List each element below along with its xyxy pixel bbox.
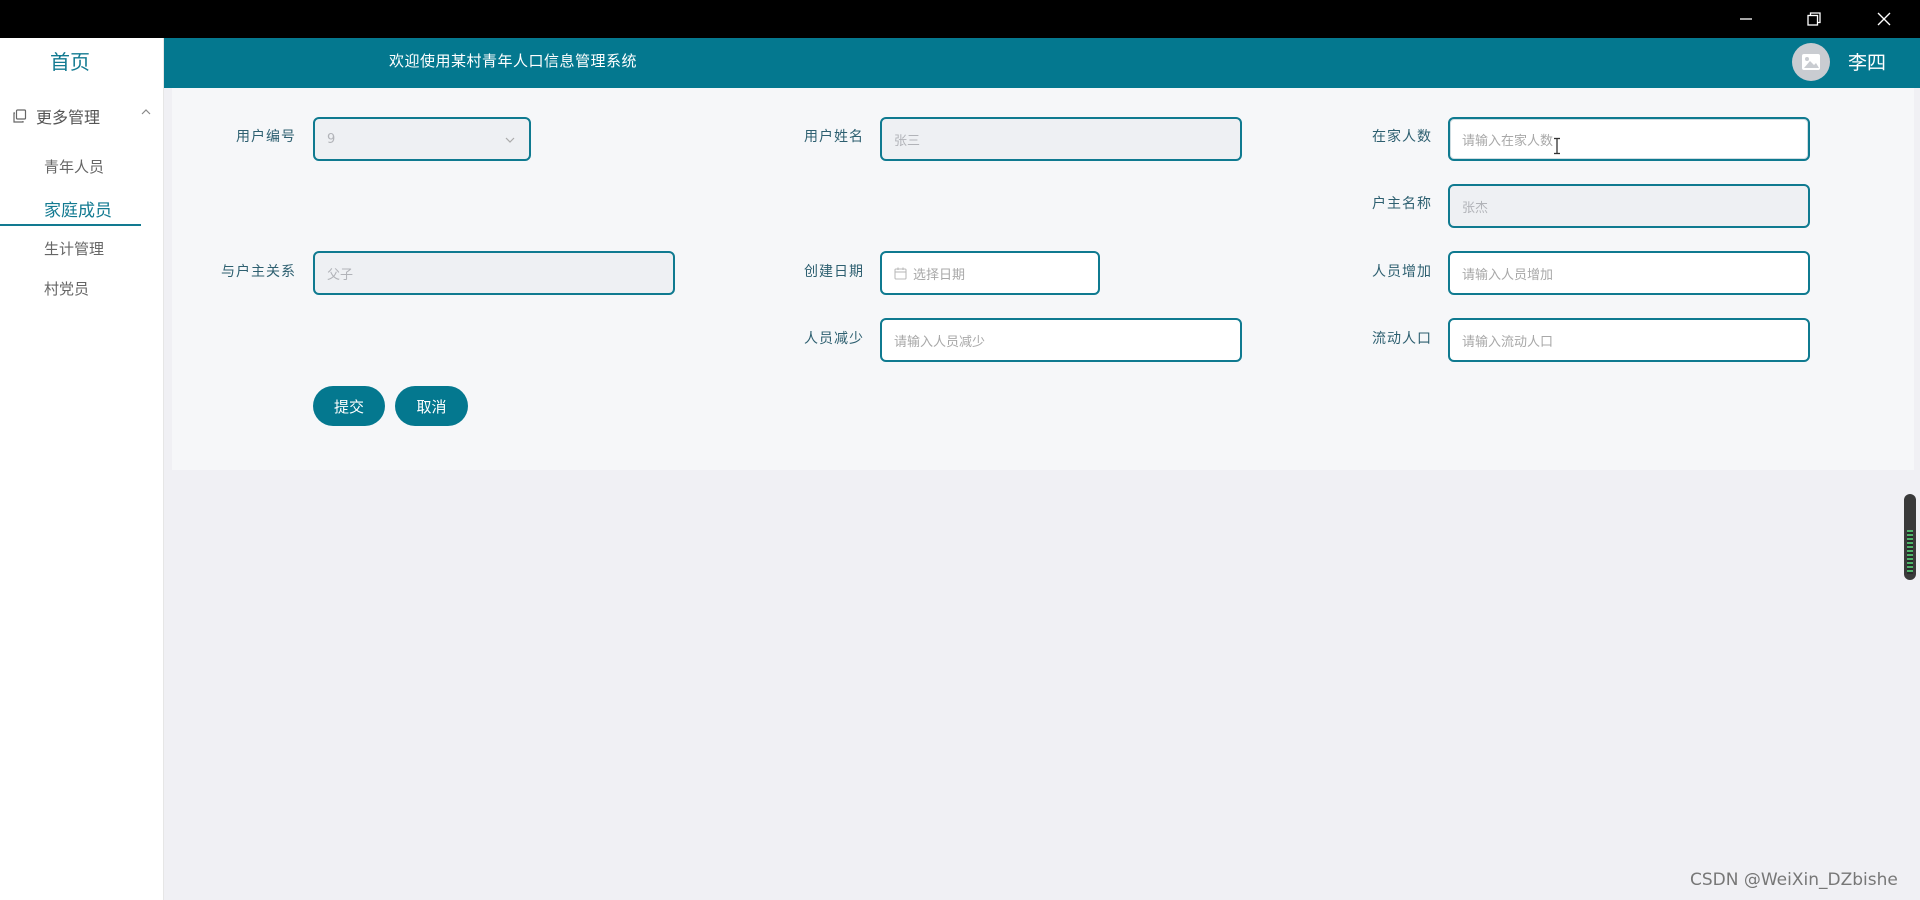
active-item-underline <box>0 224 141 226</box>
sidebar-item-family-members[interactable]: 家庭成员 <box>44 196 112 221</box>
label-floating-pop: 流动人口 <box>1372 331 1432 347</box>
member-reduce-field[interactable]: 请输入人员减少 <box>880 318 1242 362</box>
header-title: 欢迎使用某村青年人口信息管理系统 <box>389 52 638 70</box>
chevron-down-icon <box>505 137 515 143</box>
label-user-name: 用户姓名 <box>804 129 864 145</box>
restore-icon[interactable] <box>1780 0 1848 38</box>
copy-icon <box>13 109 27 123</box>
sidebar: 首页 更多管理 青年人员 家庭成员 生计管理 村党员 <box>0 38 164 900</box>
window-titlebar <box>0 0 1920 38</box>
scrollbar-grip <box>1907 530 1913 574</box>
floating-pop-placeholder: 请输入流动人口 <box>1462 334 1554 350</box>
user-name-field[interactable]: 张三 <box>880 117 1242 161</box>
label-member-reduce: 人员减少 <box>804 331 864 347</box>
sidebar-group-label: 更多管理 <box>36 108 101 127</box>
cancel-button[interactable]: 取消 <box>395 386 468 426</box>
image-icon <box>1802 54 1820 70</box>
submit-button[interactable]: 提交 <box>313 386 385 426</box>
sidebar-item-party-members[interactable]: 村党员 <box>44 278 89 299</box>
close-icon[interactable] <box>1850 0 1918 38</box>
label-family-count: 在家人数 <box>1372 129 1432 145</box>
label-householder-name: 户主名称 <box>1372 196 1432 212</box>
label-user-no: 用户编号 <box>236 129 296 145</box>
watermark: CSDN @WeiXin_DZbishe <box>1690 870 1898 890</box>
scrollbar-thumb[interactable] <box>1904 494 1916 580</box>
floating-pop-field[interactable]: 请输入流动人口 <box>1448 318 1810 362</box>
top-header: 欢迎使用某村青年人口信息管理系统 李四 <box>164 38 1920 88</box>
sidebar-item-livelihood[interactable]: 生计管理 <box>44 238 104 259</box>
username[interactable]: 李四 <box>1848 48 1886 75</box>
minimize-icon[interactable] <box>1712 0 1780 38</box>
relation-field[interactable]: 父子 <box>313 251 675 295</box>
member-add-field[interactable]: 请输入人员增加 <box>1448 251 1810 295</box>
calendar-icon <box>894 267 907 280</box>
user-no-value: 9 <box>327 131 336 147</box>
sidebar-home-link[interactable]: 首页 <box>0 46 140 75</box>
sidebar-item-youth[interactable]: 青年人员 <box>44 156 104 177</box>
family-count-placeholder: 请输入在家人数 <box>1462 133 1554 149</box>
label-member-add: 人员增加 <box>1372 264 1432 280</box>
sidebar-group-more-management[interactable]: 更多管理 <box>12 104 152 128</box>
label-create-date: 创建日期 <box>804 264 864 280</box>
create-date-picker[interactable]: 选择日期 <box>880 251 1100 295</box>
householder-name-value: 张杰 <box>1462 200 1489 216</box>
label-relation: 与户主关系 <box>221 264 296 280</box>
family-count-field[interactable]: 请输入在家人数 <box>1448 117 1810 161</box>
user-name-value: 张三 <box>894 133 921 149</box>
user-no-select[interactable]: 9 <box>313 117 531 161</box>
text-cursor-icon <box>1554 137 1560 155</box>
avatar[interactable] <box>1792 43 1830 81</box>
member-add-placeholder: 请输入人员增加 <box>1462 267 1554 283</box>
member-reduce-placeholder: 请输入人员减少 <box>894 334 986 350</box>
chevron-up-icon <box>141 109 151 115</box>
householder-name-field[interactable]: 张杰 <box>1448 184 1810 228</box>
relation-value: 父子 <box>327 267 354 283</box>
create-date-placeholder: 选择日期 <box>913 267 966 283</box>
